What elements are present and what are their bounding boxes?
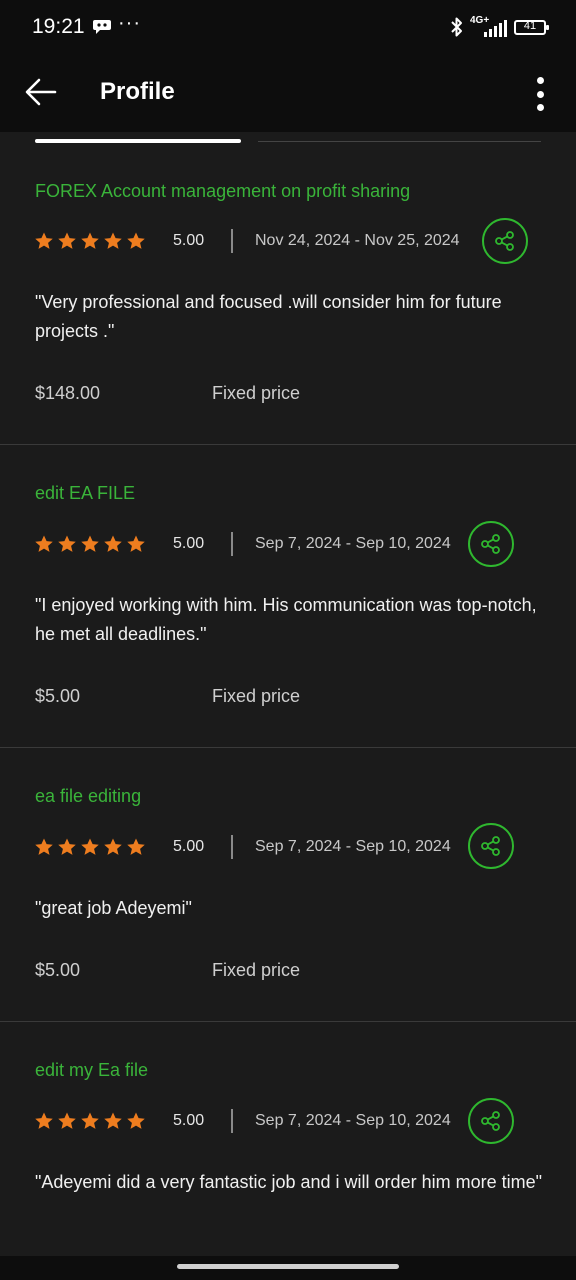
review-quote: "I enjoyed working with him. His communi… <box>35 595 537 644</box>
date-range: Sep 7, 2024 - Sep 10, 2024 <box>255 1112 451 1129</box>
rating-stars <box>34 534 146 554</box>
price: $5.00 <box>35 960 81 980</box>
star-icon <box>58 535 76 552</box>
date-range: Sep 7, 2024 - Sep 10, 2024 <box>255 838 451 855</box>
rating-stars <box>34 231 146 251</box>
rating-value: 5.00 <box>173 1112 205 1129</box>
more-vert-icon[interactable] <box>526 74 554 114</box>
divider <box>231 835 233 859</box>
bluetooth-icon <box>451 17 462 37</box>
price-type: Fixed price <box>212 686 301 706</box>
star-icon <box>127 535 145 552</box>
review-quote: "Adeyemi did a very fantastic job and i … <box>35 1172 542 1192</box>
share-button[interactable] <box>482 218 528 264</box>
review-quote: "great job Adeyemi" <box>35 898 192 918</box>
page-title: Profile <box>100 78 175 105</box>
price-type: Fixed price <box>212 383 301 403</box>
star-icon <box>58 838 76 855</box>
review-quote: "Very professional and focused .will con… <box>35 292 502 341</box>
review-card: edit EA FILE 5.00 Sep 7, 2024 - Sep 10, … <box>0 445 576 748</box>
status-indicators: 4G+ 41 <box>450 14 549 40</box>
job-title[interactable]: ea file editing <box>35 786 141 807</box>
star-icon <box>81 838 99 855</box>
signal-icon: 4G+ <box>470 15 508 39</box>
tab-active-indicator[interactable] <box>35 139 241 143</box>
signal-bars <box>484 19 507 37</box>
job-title[interactable]: FOREX Account management on profit shari… <box>35 181 410 202</box>
star-icon <box>81 1112 99 1129</box>
status-more-icon: ··· <box>118 12 141 34</box>
divider <box>231 1109 233 1133</box>
share-icon <box>481 836 500 856</box>
tab-divider <box>258 141 541 142</box>
star-icon <box>127 232 145 249</box>
share-button[interactable] <box>468 521 514 567</box>
review-card: ea file editing 5.00 Sep 7, 2024 - Sep 1… <box>0 748 576 1022</box>
price: $5.00 <box>35 686 81 706</box>
status-time: 19:21 <box>32 15 85 38</box>
status-bar: 19:21 ··· 4G+ 41 <box>0 0 576 56</box>
home-indicator[interactable] <box>177 1264 399 1269</box>
battery-icon: 41 <box>514 19 549 35</box>
review-card: edit my Ea file 5.00 Sep 7, 2024 - Sep 1… <box>0 1022 576 1256</box>
share-button[interactable] <box>468 1098 514 1144</box>
star-icon <box>35 838 53 855</box>
share-icon <box>495 231 514 251</box>
review-card: FOREX Account management on profit shari… <box>0 145 576 445</box>
price-type: Fixed price <box>212 960 301 980</box>
app-header: Profile <box>0 56 576 132</box>
rating-value: 5.00 <box>173 232 205 249</box>
star-icon <box>127 838 145 855</box>
rating-stars <box>34 837 146 857</box>
star-icon <box>58 1112 76 1129</box>
star-icon <box>104 535 122 552</box>
share-icon <box>481 1111 500 1131</box>
star-icon <box>35 1112 53 1129</box>
star-icon <box>35 535 53 552</box>
date-range: Nov 24, 2024 - Nov 25, 2024 <box>255 232 460 249</box>
price: $148.00 <box>35 383 101 403</box>
job-title[interactable]: edit my Ea file <box>35 1060 148 1081</box>
star-icon <box>104 232 122 249</box>
battery-level: 41 <box>523 19 537 32</box>
job-title[interactable]: edit EA FILE <box>35 483 135 504</box>
divider <box>231 532 233 556</box>
star-icon <box>127 1112 145 1129</box>
star-icon <box>104 838 122 855</box>
date-range: Sep 7, 2024 - Sep 10, 2024 <box>255 535 451 552</box>
divider <box>231 229 233 253</box>
rating-stars <box>34 1111 146 1131</box>
star-icon <box>104 1112 122 1129</box>
star-icon <box>35 232 53 249</box>
app-notification-icon <box>93 20 111 34</box>
star-icon <box>81 232 99 249</box>
rating-value: 5.00 <box>173 838 205 855</box>
share-icon <box>481 534 500 554</box>
star-icon <box>58 232 76 249</box>
share-button[interactable] <box>468 823 514 869</box>
rating-value: 5.00 <box>173 535 205 552</box>
star-icon <box>81 535 99 552</box>
system-nav-bar <box>0 1256 576 1280</box>
back-arrow-icon[interactable] <box>22 74 62 110</box>
